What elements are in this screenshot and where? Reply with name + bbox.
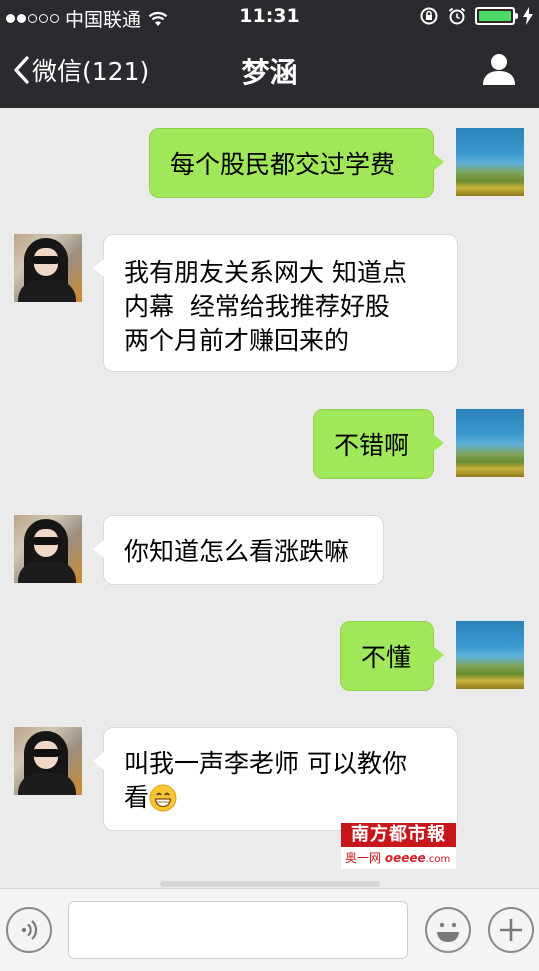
message-bubble-self[interactable]: 不懂: [340, 621, 434, 691]
emoji-button[interactable]: [425, 907, 471, 953]
message-line: 看: [124, 783, 150, 812]
watermark-domain: oeeee: [384, 851, 426, 865]
profile-icon[interactable]: [481, 51, 517, 87]
orientation-lock-icon: [420, 7, 438, 25]
emoji-icon: [437, 922, 459, 942]
contact-avatar[interactable]: [14, 234, 82, 302]
voice-icon: [21, 920, 38, 940]
bubble-tail: [93, 259, 104, 277]
message-line: 我有朋友关系网大 知道点: [124, 258, 407, 287]
bubble-tail: [433, 646, 444, 664]
back-label: 微信(121): [32, 57, 150, 86]
self-avatar[interactable]: [456, 621, 524, 689]
plus-icon: [500, 919, 522, 941]
message-input[interactable]: [68, 901, 408, 959]
scroll-indicator: [160, 881, 380, 887]
bubble-tail: [93, 752, 104, 770]
battery-icon: [475, 7, 518, 25]
grinning-face-emoji: [149, 784, 177, 812]
input-bar: [0, 888, 539, 971]
status-right: [419, 6, 533, 26]
status-bar: 中国联通 11:31: [0, 0, 539, 34]
watermark-title: 南方都市報: [341, 823, 456, 847]
message-bubble-self[interactable]: 每个股民都交过学费: [149, 128, 434, 198]
message-line: 内幕 经常给我推荐好股: [124, 292, 390, 321]
message-line-with-emoji: 看: [124, 781, 437, 815]
message-bubble-other[interactable]: 你知道怎么看涨跌嘛: [103, 515, 384, 585]
charging-bolt-icon: [523, 7, 533, 25]
contact-avatar[interactable]: [14, 727, 82, 795]
message-bubble-other[interactable]: 我有朋友关系网大 知道点 内幕 经常给我推荐好股 两个月前才赚回来的: [103, 234, 458, 372]
bubble-tail: [93, 540, 104, 558]
newspaper-watermark: 南方都市報 奥一网 oeeee.com: [341, 823, 456, 869]
watermark-site: 奥一网 oeeee.com: [341, 847, 456, 869]
plus-button[interactable]: [488, 907, 534, 953]
battery-level: [479, 11, 511, 21]
contact-avatar[interactable]: [14, 515, 82, 583]
message-text: 不错啊: [334, 431, 410, 460]
message-text: 每个股民都交过学费: [170, 150, 396, 179]
voice-button[interactable]: [6, 907, 52, 953]
message-text: 你知道怎么看涨跌嘛: [124, 537, 350, 566]
chat-header: 微信(121) 梦涵: [0, 34, 539, 108]
chevron-left-icon: [14, 56, 29, 84]
message-line: 叫我一声李老师 可以教你: [124, 749, 407, 778]
back-button[interactable]: 微信(121): [12, 52, 149, 88]
alarm-icon: [448, 7, 466, 25]
self-avatar[interactable]: [456, 409, 524, 477]
bubble-tail: [433, 153, 444, 171]
watermark-prefix: 奥一网: [345, 851, 382, 865]
bubble-tail: [433, 434, 444, 452]
message-text: 不懂: [361, 643, 412, 672]
message-bubble-self[interactable]: 不错啊: [313, 409, 434, 479]
self-avatar[interactable]: [456, 128, 524, 196]
message-bubble-other[interactable]: 叫我一声李老师 可以教你 看: [103, 727, 458, 831]
message-line: 两个月前才赚回来的: [124, 326, 350, 355]
watermark-suffix: .com: [425, 854, 451, 865]
